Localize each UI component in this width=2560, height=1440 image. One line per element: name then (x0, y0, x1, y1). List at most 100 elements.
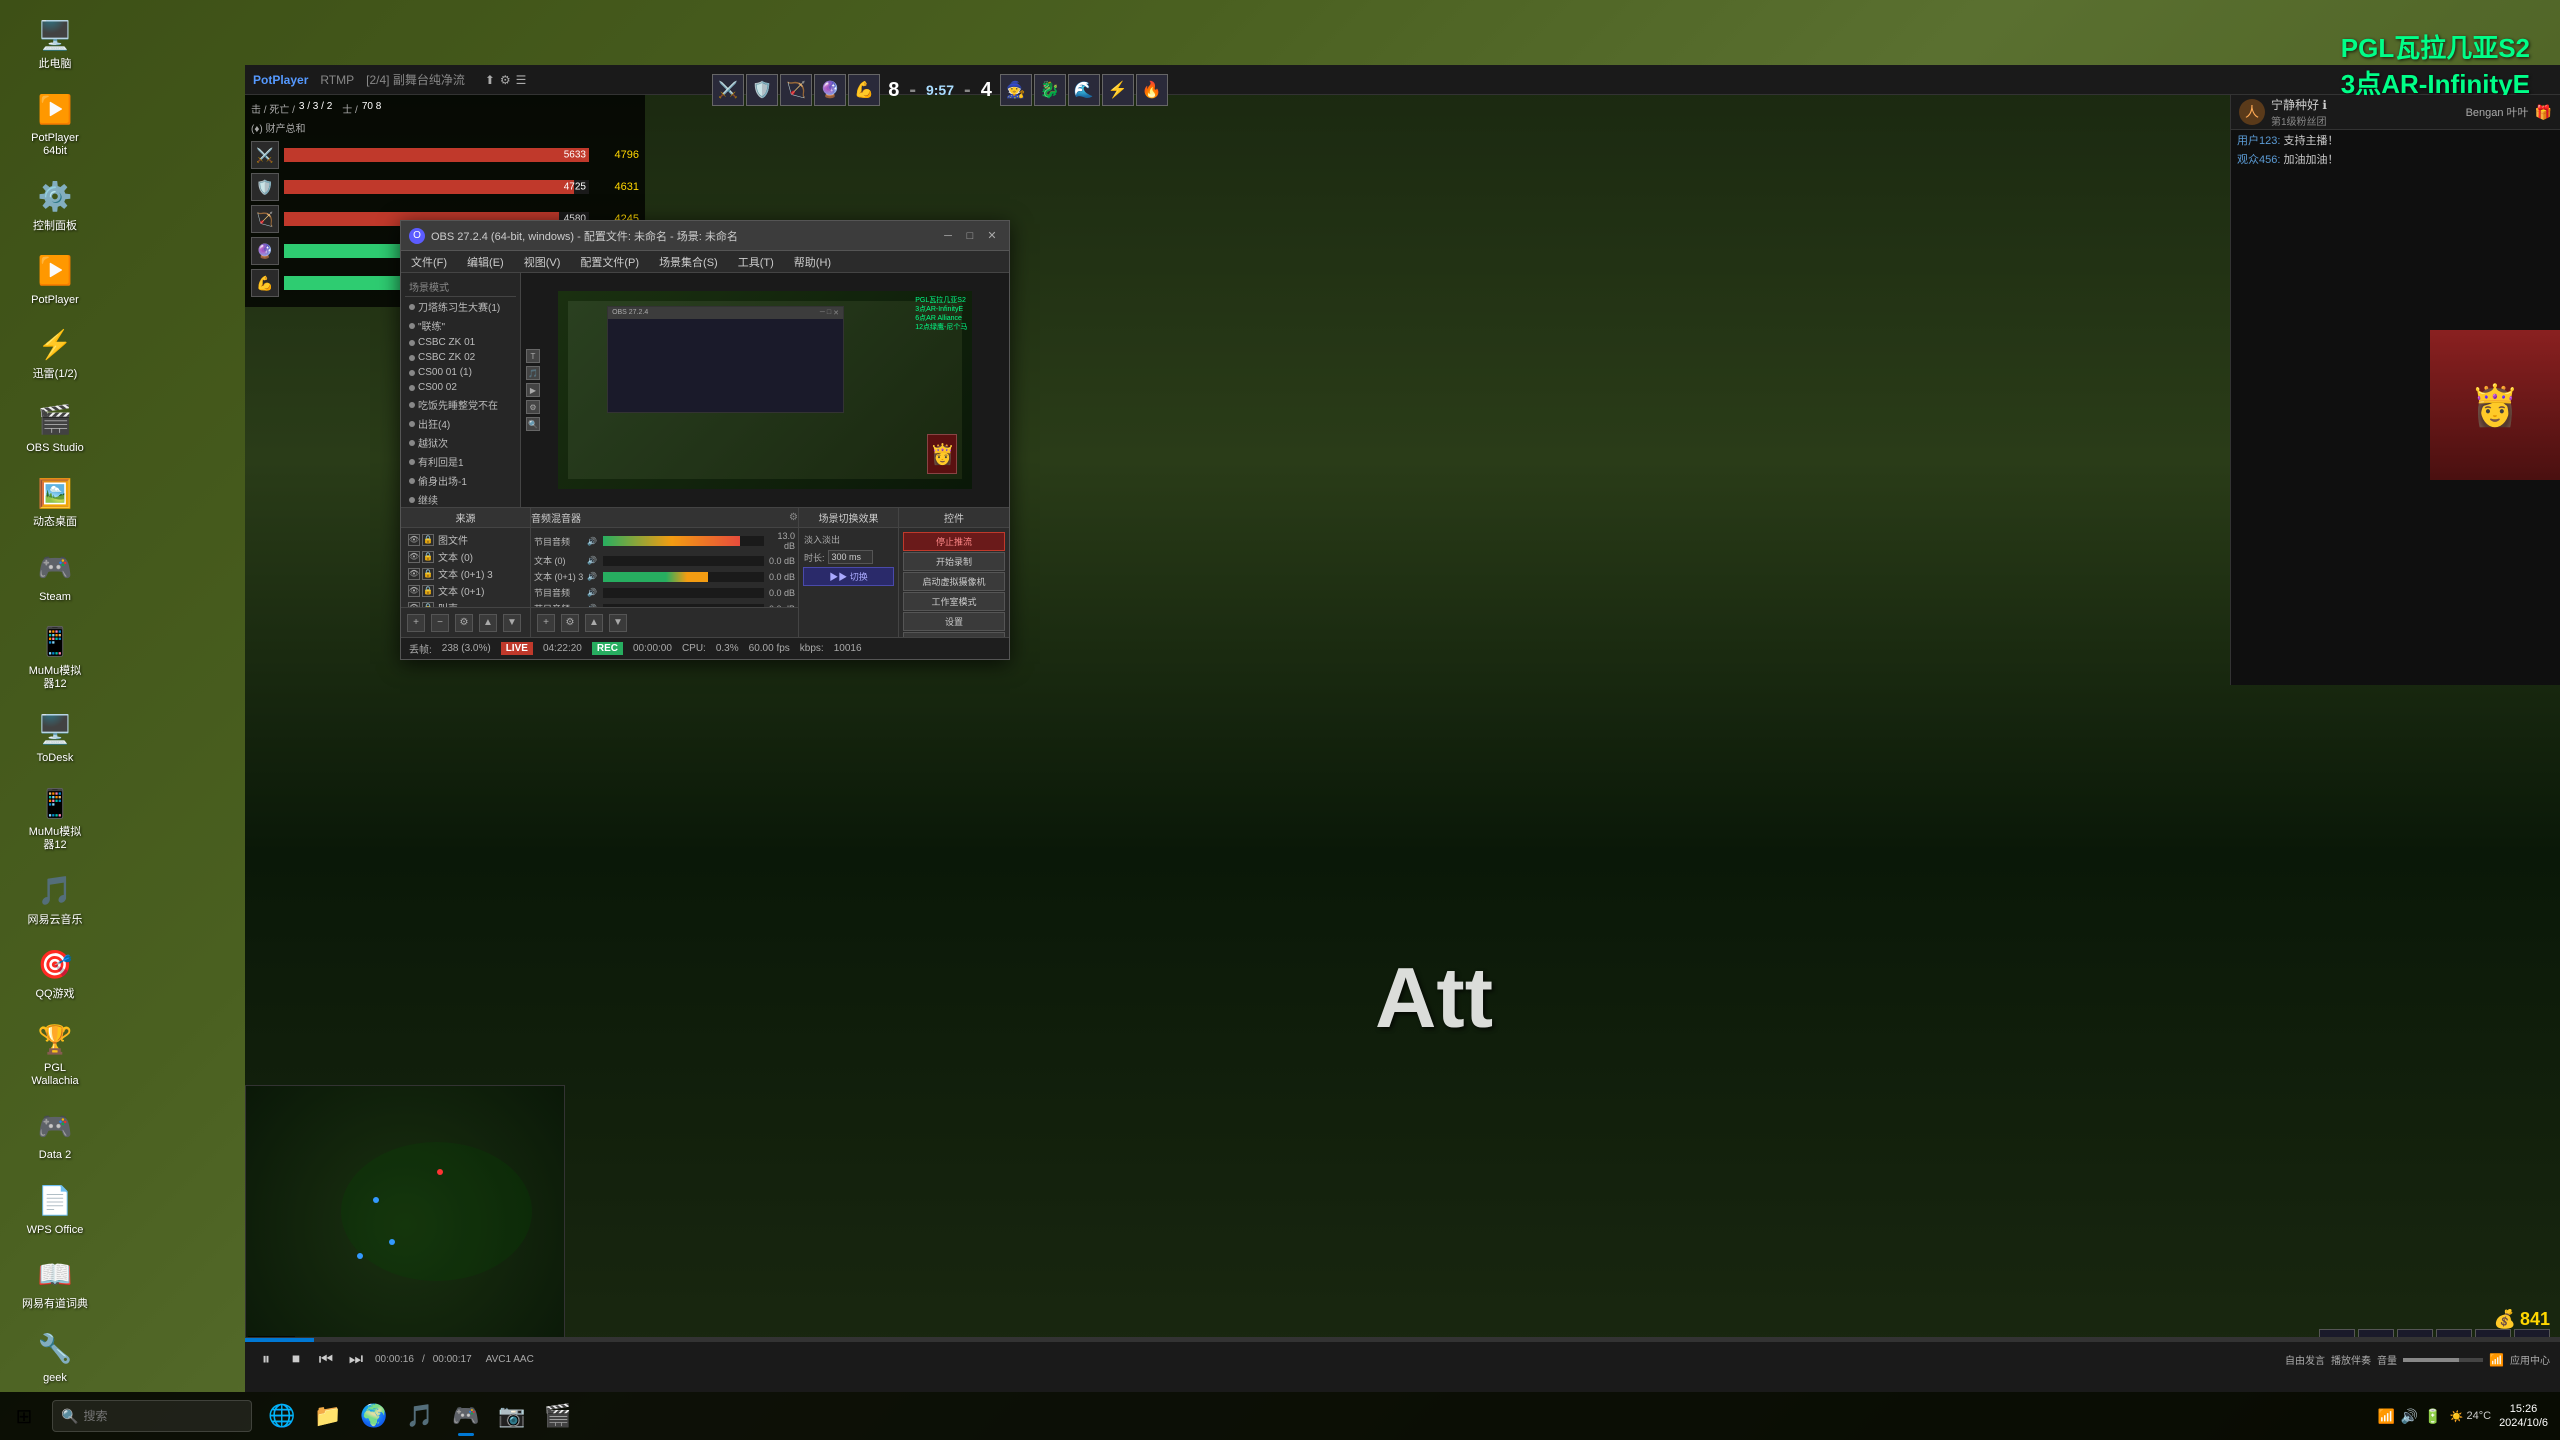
obs-mixer-down2-btn[interactable]: ▼ (609, 614, 627, 632)
mixer-mute-1[interactable]: 🔊 (587, 537, 597, 546)
obs-titlebar[interactable]: O OBS 27.2.4 (64-bit, windows) - 配置文件: 未… (401, 221, 1009, 251)
obs-menu-view[interactable]: 视图(V) (520, 252, 565, 272)
taskbar-app-music[interactable]: 🎵 (398, 1394, 442, 1438)
obs-settings-btn[interactable]: 设置 (903, 612, 1005, 631)
obs-window-controls[interactable]: ─ □ ✕ (939, 228, 1001, 244)
taskbar-app-obs[interactable]: 🎬 (536, 1394, 580, 1438)
potplayer-app-center[interactable]: 应用中心 (2510, 1352, 2550, 1367)
taskbar-search-input[interactable] (83, 1409, 233, 1423)
desktop-icon-mumu2[interactable]: 📱 MuMu模拟器12 (5, 778, 105, 857)
obs-menu-help[interactable]: 帮助(H) (790, 252, 835, 272)
obs-scene-csbc01[interactable]: CSBC ZK 01 (405, 335, 516, 350)
stream-gift-icon[interactable]: 🎁 (2535, 104, 2552, 121)
desktop-icon-thunder[interactable]: ⚡ 迅雷(1/2) (5, 320, 105, 386)
obs-stop-stream-btn[interactable]: 停止推流 (903, 532, 1005, 551)
obs-cut-btn[interactable]: ▶▶ 切换 (803, 567, 894, 586)
potplayer-accomp[interactable]: 播放伴奏 (2331, 1352, 2371, 1367)
potplayer-next-btn[interactable]: ⏭ (345, 1349, 367, 1371)
desktop-icon-wps[interactable]: 📄 WPS Office (5, 1176, 105, 1242)
obs-start-record-btn[interactable]: 开始录制 (903, 552, 1005, 571)
obs-source-up-btn[interactable]: ▲ (479, 614, 497, 632)
obs-preview-icon-3[interactable]: ▶ (526, 383, 540, 397)
desktop-icon-netease[interactable]: 🎵 网易云音乐 (5, 866, 105, 932)
desktop-icon-pgl[interactable]: 🏆 PGLWallachia (5, 1014, 105, 1093)
desktop-icon-dota2[interactable]: 🎮 Data 2 (5, 1101, 105, 1167)
obs-scene-steal[interactable]: 偷身出场-1 (405, 471, 516, 490)
potplayer-free-talk[interactable]: 自由发言 (2285, 1352, 2325, 1367)
toolbar-btn-1[interactable]: ⬆ (485, 73, 495, 87)
obs-scene-csbc02[interactable]: CSBC ZK 02 (405, 350, 516, 365)
taskbar-search-box[interactable]: 🔍 (52, 1400, 252, 1432)
obs-preview-icon-5[interactable]: 🔍 (526, 417, 540, 431)
desktop-icon-control-panel[interactable]: ⚙️ 控制面板 (5, 172, 105, 238)
potplayer-play-btn[interactable]: ⏸ (255, 1349, 277, 1371)
obs-preview-icon-1[interactable]: T (526, 349, 540, 363)
obs-source-4[interactable]: 👁 🔒 文本 (0+1) (404, 582, 527, 599)
desktop-icon-todesk[interactable]: 🖥️ ToDesk (5, 704, 105, 770)
obs-scene-cs0001[interactable]: CS00 01 (1) (405, 365, 516, 380)
obs-scene-useful[interactable]: 有利回是1 (405, 452, 516, 471)
desktop-icon-youdao[interactable]: 📖 网易有道词典 (5, 1250, 105, 1316)
mixer-mute-2[interactable]: 🔊 (587, 556, 597, 565)
taskbar-volume-icon[interactable]: 🔊 (2401, 1408, 2418, 1425)
obs-source-2[interactable]: 👁 🔒 文本 (0) (404, 548, 527, 565)
obs-source-down-btn[interactable]: ▼ (503, 614, 521, 632)
obs-source-remove-btn[interactable]: − (431, 614, 449, 632)
obs-mixer-settings2-btn[interactable]: ⚙ (561, 614, 579, 632)
obs-studio-mode-btn[interactable]: 工作室模式 (903, 592, 1005, 611)
taskbar-battery-icon[interactable]: 🔋 (2424, 1408, 2441, 1425)
potplayer-prev-btn[interactable]: ⏮ (315, 1349, 337, 1371)
obs-mixer-up2-btn[interactable]: ▲ (585, 614, 603, 632)
obs-duration-input[interactable] (828, 550, 873, 564)
obs-source-3[interactable]: 👁 🔒 文本 (0+1) 3 (404, 565, 527, 582)
potplayer-volume-label[interactable]: 音量 (2377, 1352, 2397, 1367)
desktop-icon-mumu[interactable]: 📱 MuMu模拟器12 (5, 617, 105, 696)
obs-scene-practice[interactable]: "联练" (405, 316, 516, 335)
taskbar-app-game[interactable]: 🎮 (444, 1394, 488, 1438)
desktop-icon-potplayer[interactable]: ▶️ PotPlayer64bit (5, 84, 105, 163)
potplayer-stop-btn[interactable]: ⏹ (285, 1349, 307, 1371)
potplayer-progress-bar[interactable] (245, 1338, 2560, 1342)
desktop-icon-qq-games[interactable]: 🎯 QQ游戏 (5, 940, 105, 1006)
obs-menu-scene-collection[interactable]: 场景集合(S) (655, 252, 722, 272)
desktop-icon-obs[interactable]: 🎬 OBS Studio (5, 394, 105, 460)
potplayer-volume-bar[interactable] (2403, 1358, 2483, 1362)
desktop-icon-steam[interactable]: 🎮 Steam (5, 543, 105, 609)
obs-minimize-button[interactable]: ─ (939, 228, 957, 244)
obs-scene-continue[interactable]: 继续 (405, 490, 516, 507)
taskbar-app-edge[interactable]: 🌐 (260, 1394, 304, 1438)
obs-virtual-cam-btn[interactable]: 启动虚拟摄像机 (903, 572, 1005, 591)
obs-maximize-button[interactable]: □ (961, 228, 979, 244)
obs-source-1[interactable]: 👁 🔒 图文件 (404, 531, 527, 548)
obs-scene-out4[interactable]: 出狂(4) (405, 414, 516, 433)
obs-menu-tools[interactable]: 工具(T) (734, 252, 778, 272)
toolbar-btn-2[interactable]: ⚙ (500, 73, 511, 87)
obs-preview-icon-2[interactable]: 🎵 (526, 366, 540, 380)
obs-menu-profile[interactable]: 配置文件(P) (576, 252, 643, 272)
obs-mixer-add-btn[interactable]: + (537, 614, 555, 632)
obs-menu-edit[interactable]: 编辑(E) (463, 252, 508, 272)
obs-scene-eat[interactable]: 吃饭先睡整党不在 (405, 395, 516, 414)
obs-scene-training[interactable]: 刀塔练习生大赛(1) (405, 297, 516, 316)
taskbar-network-icon[interactable]: 📶 (2377, 1408, 2394, 1425)
obs-preview-icon-4[interactable]: ⚙ (526, 400, 540, 414)
desktop-icon-potplayer2[interactable]: ▶️ PotPlayer (5, 246, 105, 312)
taskbar-app-camera[interactable]: 📷 (490, 1394, 534, 1438)
mixer-mute-4[interactable]: 🔊 (587, 588, 597, 597)
obs-scene-cs0002[interactable]: CS00 02 (405, 380, 516, 395)
obs-close-button[interactable]: ✕ (983, 228, 1001, 244)
obs-source-5[interactable]: 👁 🔒 叫声 (404, 599, 527, 607)
potplayer-network-icon[interactable]: 📶 (2489, 1353, 2504, 1367)
obs-menu-file[interactable]: 文件(F) (407, 252, 451, 272)
obs-source-add-btn[interactable]: + (407, 614, 425, 632)
taskbar-app-explorer[interactable]: 📁 (306, 1394, 350, 1438)
taskbar-app-chrome[interactable]: 🌍 (352, 1394, 396, 1438)
taskbar-start-button[interactable]: ⊞ (0, 1392, 48, 1440)
desktop-icon-my-computer[interactable]: 🖥️ 此电脑 (5, 10, 105, 76)
obs-scene-escape[interactable]: 越狱次 (405, 433, 516, 452)
desktop-icon-geek[interactable]: 🔧 geek (5, 1324, 105, 1390)
desktop-icon-live-wallpaper[interactable]: 🖼️ 动态桌面 (5, 468, 105, 534)
obs-mixer-settings-icon[interactable]: ⚙ (789, 512, 798, 523)
toolbar-btn-3[interactable]: ☰ (516, 73, 527, 87)
mixer-mute-3[interactable]: 🔊 (587, 572, 597, 581)
